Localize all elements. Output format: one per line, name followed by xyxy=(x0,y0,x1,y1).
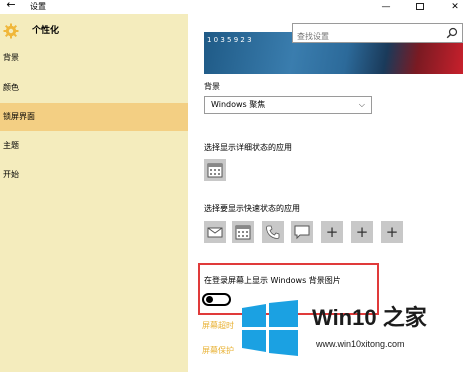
quick-status-add-button-1[interactable]: + xyxy=(321,221,343,243)
sidebar-header: 个性化 xyxy=(0,20,188,42)
detailed-status-label: 选择显示详细状态的应用 xyxy=(204,143,292,152)
background-label: 背景 xyxy=(204,82,220,91)
quick-status-add-button-2[interactable]: + xyxy=(351,221,373,243)
background-dropdown[interactable]: Windows 聚焦 ⌵ xyxy=(204,96,372,114)
window-title: 设置 xyxy=(30,2,46,11)
background-dropdown-value: Windows 聚焦 xyxy=(211,100,266,109)
sidebar-item-start[interactable]: 开始 xyxy=(0,161,188,189)
search-icon[interactable] xyxy=(446,27,458,39)
screen-timeout-link[interactable]: 屏幕超时 xyxy=(202,320,234,332)
sidebar-item-background[interactable]: 背景 xyxy=(0,44,188,72)
add-icon: + xyxy=(355,223,369,241)
close-button[interactable]: ✕ xyxy=(440,0,470,14)
quick-status-label: 选择要显示快速状态的应用 xyxy=(204,204,300,213)
add-icon: + xyxy=(325,223,339,241)
detailed-status-calendar-button[interactable] xyxy=(204,159,226,181)
gear-icon xyxy=(3,23,19,39)
title-bar: ← 设置 — ✕ xyxy=(0,0,471,14)
sidebar: 个性化 背景 颜色 锁屏界面 主题 开始 xyxy=(0,14,188,372)
quick-status-mail-button[interactable] xyxy=(204,221,226,243)
screen-saver-link[interactable]: 屏幕保护 xyxy=(202,345,234,357)
windows-logo-icon xyxy=(242,300,298,356)
sidebar-item-colors[interactable]: 颜色 xyxy=(0,74,188,102)
back-arrow-icon[interactable]: ← xyxy=(4,0,18,12)
sidebar-item-lock-screen[interactable]: 锁屏界面 xyxy=(0,103,188,131)
calendar-icon xyxy=(207,163,223,178)
mail-icon xyxy=(207,227,223,238)
preview-text: 1 0 3 5 9 2 3 xyxy=(207,36,252,44)
quick-status-message-button[interactable] xyxy=(291,221,313,243)
maximize-icon xyxy=(416,3,424,10)
maximize-button[interactable] xyxy=(405,0,435,14)
page-title: 个性化 xyxy=(32,26,60,36)
message-icon xyxy=(294,225,310,240)
toggle-knob xyxy=(206,296,213,303)
minimize-button[interactable]: — xyxy=(371,0,401,14)
signin-background-label: 在登录屏幕上显示 Windows 背景图片 xyxy=(204,276,341,285)
calendar-icon xyxy=(235,225,251,240)
watermark-url: www.win10xitong.com xyxy=(316,339,405,349)
phone-icon xyxy=(266,225,280,239)
add-icon: + xyxy=(385,223,399,241)
quick-status-calendar-button[interactable] xyxy=(232,221,254,243)
quick-status-phone-button[interactable] xyxy=(262,221,284,243)
quick-status-add-button-3[interactable]: + xyxy=(381,221,403,243)
chevron-down-icon: ⌵ xyxy=(358,100,365,109)
sidebar-item-themes[interactable]: 主题 xyxy=(0,132,188,160)
search-input[interactable] xyxy=(293,27,438,46)
signin-background-toggle[interactable] xyxy=(202,293,231,306)
search-box[interactable] xyxy=(292,23,463,46)
watermark-brand: Win10 之家 xyxy=(312,305,427,330)
